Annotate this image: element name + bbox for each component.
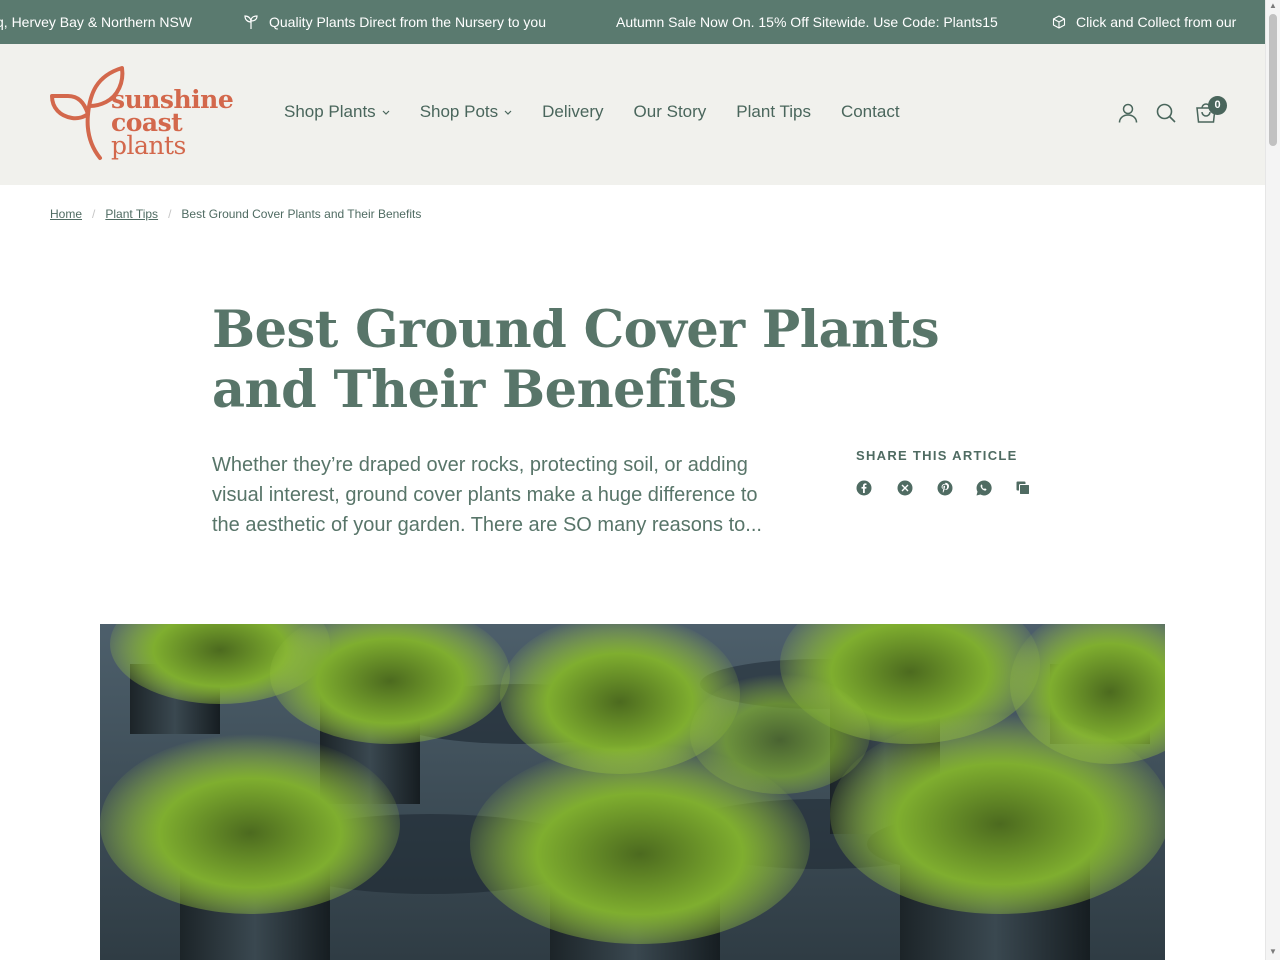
article-hero-image — [100, 624, 1165, 960]
announcement-message: Autumn Sale Now On. 15% Off Sitewide. Us… — [616, 14, 998, 30]
user-icon[interactable] — [1117, 102, 1141, 126]
copy-link-icon[interactable] — [1015, 480, 1031, 496]
nav-item-plant-tips[interactable]: Plant Tips — [736, 102, 811, 122]
scrollbar-thumb[interactable] — [1269, 14, 1277, 146]
search-icon[interactable] — [1155, 102, 1179, 126]
article-excerpt: Whether they’re draped over rocks, prote… — [212, 454, 762, 536]
breadcrumb: Home / Plant Tips / Best Ground Cover Pl… — [50, 207, 421, 221]
breadcrumb-plant-tips-link[interactable]: Plant Tips — [105, 207, 158, 221]
nav-item-label: Plant Tips — [736, 102, 811, 121]
announcement-text: q, Hervey Bay & Northern NSW — [0, 14, 193, 30]
announcement-text: Autumn Sale Now On. 15% Off Sitewide. Us… — [616, 14, 998, 30]
logo-line: plants — [111, 131, 186, 160]
announcement-bar: q, Hervey Bay & Northern NSW Quality Pla… — [0, 0, 1265, 44]
nav-item-label: Delivery — [542, 102, 604, 121]
announcement-text: Quality Plants Direct from the Nursery t… — [269, 14, 546, 30]
whatsapp-icon[interactable] — [976, 480, 992, 496]
logo-wordmark: sunshine coast plants — [111, 87, 234, 160]
breadcrumb-separator: / — [92, 207, 96, 221]
site-logo[interactable]: sunshine coast plants — [48, 62, 248, 166]
article-title: Best Ground Cover Plants and Their Benef… — [212, 300, 940, 420]
scroll-up-icon[interactable]: ▲ — [1269, 2, 1277, 10]
announcement-message: Quality Plants Direct from the Nursery t… — [243, 14, 546, 30]
announcement-message: Click and Collect from our — [1052, 14, 1236, 30]
facebook-icon[interactable] — [856, 480, 872, 496]
x-icon[interactable] — [897, 480, 913, 496]
nav-item-label: Contact — [840, 102, 900, 121]
nav-item-delivery[interactable]: Delivery — [542, 102, 603, 122]
breadcrumb-home-link[interactable]: Home — [50, 207, 82, 221]
pinterest-icon[interactable] — [937, 480, 953, 496]
announcement-text: Click and Collect from our — [1076, 14, 1237, 30]
announcement-message: q, Hervey Bay & Northern NSW — [0, 14, 192, 30]
nav-item-shop-plants[interactable]: Shop Plants — [284, 102, 390, 122]
nav-item-our-story[interactable]: Our Story — [634, 102, 707, 122]
site-header: sunshine coast plants Shop Plants Shop P… — [0, 44, 1265, 185]
chevron-down-icon — [504, 107, 512, 118]
nav-item-shop-pots[interactable]: Shop Pots — [420, 102, 512, 122]
main-navigation: Shop Plants Shop Pots Delivery Our Story… — [284, 102, 930, 122]
share-label: SHARE THIS ARTICLE — [856, 448, 1018, 463]
seedling-icon — [243, 14, 259, 30]
breadcrumb-separator: / — [168, 207, 172, 221]
scroll-down-icon[interactable]: ▼ — [1269, 948, 1277, 956]
chevron-down-icon — [382, 107, 390, 118]
page-scrollbar[interactable]: ▲ ▼ — [1265, 0, 1280, 960]
breadcrumb-current: Best Ground Cover Plants and Their Benef… — [181, 207, 422, 221]
box-icon — [1052, 15, 1066, 29]
cart-count-badge: 0 — [1208, 96, 1227, 115]
nav-item-label: Our Story — [633, 102, 707, 121]
potted-grass-photo — [100, 624, 1165, 960]
nav-item-contact[interactable]: Contact — [841, 102, 900, 122]
nav-item-label: Shop Pots — [419, 102, 499, 121]
nav-item-label: Shop Plants — [284, 102, 376, 121]
